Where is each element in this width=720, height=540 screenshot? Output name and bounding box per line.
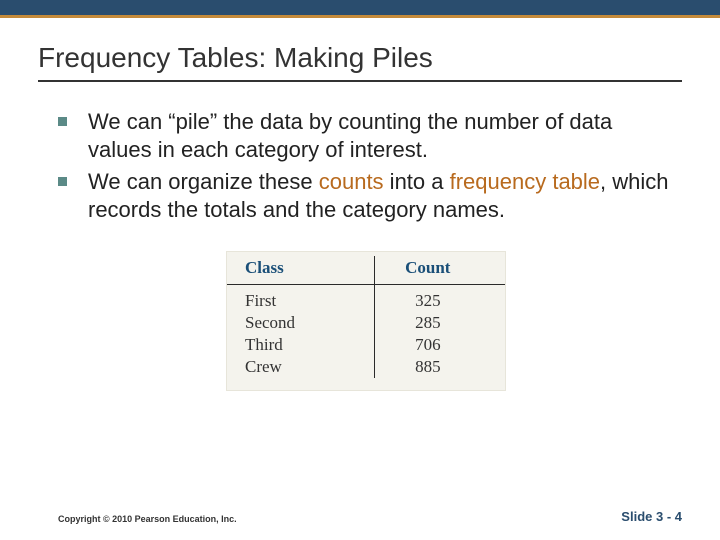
accent-bar [0,0,720,18]
slide-number: Slide 3 - 4 [621,509,682,524]
slide: Frequency Tables: Making Piles We can “p… [0,0,720,540]
cell-count: 885 [374,356,505,378]
bullet-text: We can “pile” the data by counting the n… [88,108,674,164]
table-row: Second 285 [227,312,505,334]
bullet-text: We can organize these counts into a freq… [88,168,674,224]
cell-count: 285 [374,312,505,334]
frequency-table: Class Count First 325 Second 285 Third [226,251,506,391]
text-fragment: We can organize these [88,169,319,194]
bullet-item: We can organize these counts into a freq… [58,168,674,224]
table-row: Third 706 [227,334,505,356]
cell-count: 325 [374,284,505,312]
highlight-counts: counts [319,169,384,194]
slide-title: Frequency Tables: Making Piles [0,18,720,80]
highlight-frequency-table: frequency table [450,169,600,194]
cell-class: First [227,284,374,312]
square-bullet-icon [58,177,72,186]
cell-class: Third [227,334,374,356]
bullet-item: We can “pile” the data by counting the n… [58,108,674,164]
content-area: We can “pile” the data by counting the n… [0,82,720,391]
table-header-row: Class Count [227,256,505,285]
footer: Copyright © 2010 Pearson Education, Inc.… [58,509,682,524]
text-fragment: into a [384,169,450,194]
col-header-count: Count [374,256,505,285]
col-header-class: Class [227,256,374,285]
table: Class Count First 325 Second 285 Third [227,256,505,378]
cell-count: 706 [374,334,505,356]
table-row: Crew 885 [227,356,505,378]
copyright-text: Copyright © 2010 Pearson Education, Inc. [58,514,237,524]
table-row: First 325 [227,284,505,312]
cell-class: Crew [227,356,374,378]
square-bullet-icon [58,117,72,126]
cell-class: Second [227,312,374,334]
